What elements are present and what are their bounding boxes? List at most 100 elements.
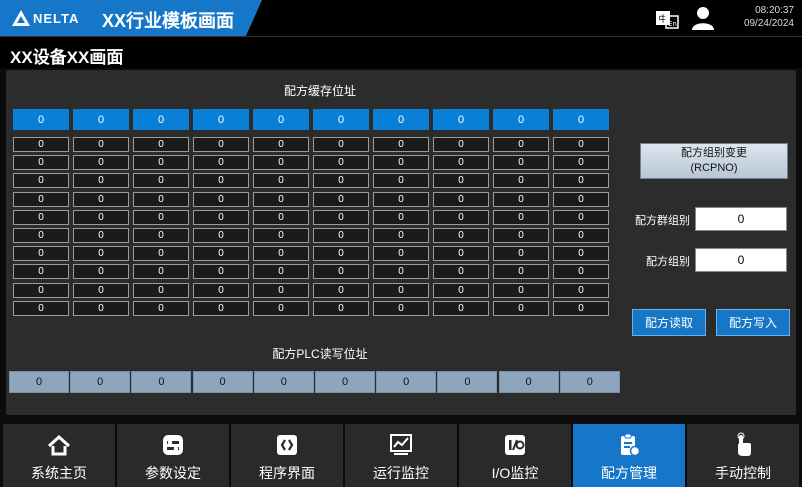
buffer-cell[interactable]: 0 (313, 155, 369, 171)
rcpno-change-button[interactable]: 配方组别变更 (RCPNO) (640, 143, 788, 179)
buffer-cell[interactable]: 0 (373, 155, 429, 171)
recipe-group-set-field[interactable]: 0 (695, 207, 787, 231)
buffer-cell[interactable]: 0 (133, 191, 189, 207)
buffer-cell[interactable]: 0 (433, 300, 489, 316)
buffer-cell[interactable]: 0 (253, 209, 309, 225)
buffer-cell[interactable]: 0 (133, 228, 189, 243)
buffer-cell[interactable]: 0 (553, 155, 609, 171)
buffer-cell[interactable]: 0 (133, 209, 189, 225)
user-icon[interactable] (690, 5, 716, 31)
buffer-cell[interactable]: 0 (433, 209, 489, 225)
buffer-cell[interactable]: 0 (13, 155, 69, 171)
buffer-cell[interactable]: 0 (73, 264, 129, 280)
buffer-cell[interactable]: 0 (13, 264, 69, 280)
buffer-cell[interactable]: 0 (553, 137, 609, 152)
buffer-cell[interactable]: 0 (73, 209, 129, 225)
buffer-header-cell[interactable]: 0 (193, 109, 249, 130)
buffer-cell[interactable]: 0 (313, 228, 369, 243)
buffer-cell[interactable]: 0 (133, 282, 189, 298)
buffer-cell[interactable]: 0 (193, 209, 249, 225)
buffer-cell[interactable]: 0 (73, 137, 129, 152)
buffer-cell[interactable]: 0 (253, 137, 309, 152)
buffer-cell[interactable]: 0 (373, 209, 429, 225)
buffer-cell[interactable]: 0 (313, 300, 369, 316)
buffer-cell[interactable]: 0 (313, 246, 369, 262)
recipe-write-button[interactable]: 配方写入 (716, 309, 790, 336)
buffer-header-cell[interactable]: 0 (313, 109, 369, 130)
buffer-cell[interactable]: 0 (493, 228, 549, 243)
buffer-cell[interactable]: 0 (493, 209, 549, 225)
buffer-cell[interactable]: 0 (373, 246, 429, 262)
buffer-cell[interactable]: 0 (553, 228, 609, 243)
buffer-cell[interactable]: 0 (253, 264, 309, 280)
buffer-cell[interactable]: 0 (13, 282, 69, 298)
buffer-cell[interactable]: 0 (493, 155, 549, 171)
buffer-header-cell[interactable]: 0 (553, 109, 609, 130)
buffer-cell[interactable]: 0 (73, 228, 129, 243)
buffer-cell[interactable]: 0 (433, 155, 489, 171)
buffer-cell[interactable]: 0 (313, 209, 369, 225)
buffer-cell[interactable]: 0 (313, 137, 369, 152)
buffer-cell[interactable]: 0 (433, 246, 489, 262)
buffer-cell[interactable]: 0 (193, 282, 249, 298)
buffer-cell[interactable]: 0 (133, 137, 189, 152)
buffer-cell[interactable]: 0 (73, 155, 129, 171)
buffer-cell[interactable]: 0 (133, 246, 189, 262)
buffer-cell[interactable]: 0 (73, 282, 129, 298)
buffer-header-cell[interactable]: 0 (493, 109, 549, 130)
buffer-cell[interactable]: 0 (73, 246, 129, 262)
buffer-cell[interactable]: 0 (253, 228, 309, 243)
nav-item-io-monitor[interactable]: I/O监控 (459, 424, 571, 487)
buffer-cell[interactable]: 0 (193, 300, 249, 316)
buffer-cell[interactable]: 0 (13, 246, 69, 262)
buffer-cell[interactable]: 0 (73, 300, 129, 316)
buffer-cell[interactable]: 0 (73, 191, 129, 207)
buffer-header-cell[interactable]: 0 (13, 109, 69, 130)
buffer-header-cell[interactable]: 0 (253, 109, 309, 130)
language-switch-icon[interactable]: 中 En (655, 8, 679, 30)
buffer-cell[interactable]: 0 (553, 300, 609, 316)
buffer-cell[interactable]: 0 (253, 246, 309, 262)
buffer-cell[interactable]: 0 (253, 191, 309, 207)
buffer-cell[interactable]: 0 (193, 173, 249, 189)
buffer-header-cell[interactable]: 0 (433, 109, 489, 130)
buffer-header-cell[interactable]: 0 (73, 109, 129, 130)
recipe-read-button[interactable]: 配方读取 (632, 309, 706, 336)
nav-item-home[interactable]: 系统主页 (3, 424, 115, 487)
buffer-cell[interactable]: 0 (313, 191, 369, 207)
nav-item-program[interactable]: 程序界面 (231, 424, 343, 487)
buffer-cell[interactable]: 0 (253, 173, 309, 189)
buffer-cell[interactable]: 0 (493, 300, 549, 316)
buffer-cell[interactable]: 0 (13, 209, 69, 225)
buffer-cell[interactable]: 0 (313, 173, 369, 189)
buffer-cell[interactable]: 0 (493, 264, 549, 280)
buffer-cell[interactable]: 0 (193, 228, 249, 243)
buffer-cell[interactable]: 0 (133, 155, 189, 171)
buffer-cell[interactable]: 0 (313, 282, 369, 298)
buffer-cell[interactable]: 0 (493, 246, 549, 262)
buffer-cell[interactable]: 0 (193, 155, 249, 171)
buffer-cell[interactable]: 0 (433, 228, 489, 243)
buffer-cell[interactable]: 0 (13, 228, 69, 243)
buffer-cell[interactable]: 0 (433, 137, 489, 152)
buffer-cell[interactable]: 0 (493, 137, 549, 152)
nav-item-parameters[interactable]: 参数设定 (117, 424, 229, 487)
buffer-cell[interactable]: 0 (253, 155, 309, 171)
buffer-cell[interactable]: 0 (13, 173, 69, 189)
buffer-cell[interactable]: 0 (253, 300, 309, 316)
buffer-cell[interactable]: 0 (193, 137, 249, 152)
buffer-cell[interactable]: 0 (373, 264, 429, 280)
buffer-cell[interactable]: 0 (373, 191, 429, 207)
buffer-cell[interactable]: 0 (133, 264, 189, 280)
recipe-group-field[interactable]: 0 (695, 248, 787, 272)
buffer-cell[interactable]: 0 (433, 191, 489, 207)
buffer-cell[interactable]: 0 (13, 137, 69, 152)
buffer-cell[interactable]: 0 (193, 191, 249, 207)
buffer-cell[interactable]: 0 (193, 264, 249, 280)
buffer-cell[interactable]: 0 (253, 282, 309, 298)
buffer-cell[interactable]: 0 (13, 300, 69, 316)
buffer-cell[interactable]: 0 (553, 173, 609, 189)
buffer-cell[interactable]: 0 (373, 137, 429, 152)
buffer-cell[interactable]: 0 (373, 228, 429, 243)
buffer-cell[interactable]: 0 (553, 282, 609, 298)
